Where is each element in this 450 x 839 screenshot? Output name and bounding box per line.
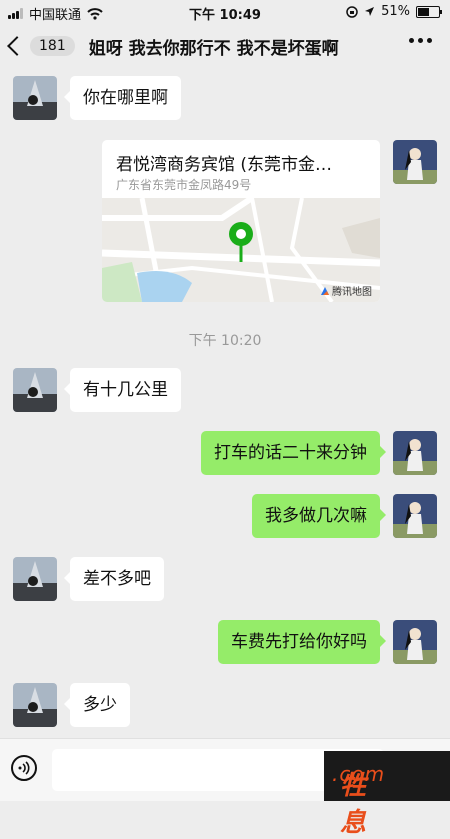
more-dot-icon: [409, 38, 414, 43]
my-avatar[interactable]: [393, 494, 437, 538]
message-row: 车费先打给你好吗: [0, 620, 450, 670]
status-right: 51%: [346, 4, 442, 19]
voice-icon: [18, 761, 30, 775]
message-row: 差不多吧: [0, 557, 450, 607]
back-button[interactable]: 181: [7, 36, 75, 56]
more-dot-icon: [418, 38, 423, 43]
location-arrow-icon: [365, 7, 375, 16]
watermark-logo: 牲息 .com: [324, 751, 450, 838]
message-bubble[interactable]: 我多做几次嘛: [252, 494, 386, 538]
chevron-left-icon: [7, 36, 27, 56]
map-pin-icon: [229, 222, 253, 262]
rotation-lock-icon: [346, 5, 358, 18]
map-brand-label: 腾讯地图: [332, 287, 372, 298]
battery-icon: [416, 5, 442, 18]
contact-avatar[interactable]: [13, 557, 57, 601]
message-bubble[interactable]: 有十几公里: [64, 368, 181, 412]
my-avatar[interactable]: [393, 431, 437, 475]
input-bar: 牲息 .com: [0, 738, 450, 838]
message-bubble[interactable]: 多少: [64, 683, 130, 727]
message-row: 打车的话二十来分钟: [0, 431, 450, 481]
watermark-main: 牲息: [340, 771, 368, 838]
contact-avatar[interactable]: [13, 368, 57, 412]
message-bubble[interactable]: 你在哪里啊: [64, 76, 181, 120]
my-avatar[interactable]: [393, 140, 437, 184]
message-row: 多少: [0, 683, 450, 733]
battery-percent: 51%: [381, 4, 410, 19]
location-map: 腾讯地图: [102, 195, 380, 302]
my-avatar[interactable]: [393, 620, 437, 664]
status-bar: 中国联通 下午 10:49 51%: [0, 0, 450, 24]
message-bubble[interactable]: 打车的话二十来分钟: [201, 431, 386, 475]
map-brand: 腾讯地图: [320, 283, 372, 298]
message-timestamp: 下午 10:20: [188, 333, 262, 349]
tencent-map-logo-icon: [321, 286, 329, 295]
message-row: 有十几公里: [0, 368, 450, 418]
more-options-button[interactable]: [409, 38, 432, 43]
location-title: 君悦湾商务宾馆 (东莞市金…: [116, 155, 333, 175]
chat-title: 姐呀 我去你那行不 我不是坏蛋啊: [88, 38, 339, 59]
unread-count-badge: 181: [30, 36, 75, 56]
location-address: 广东省东莞市金凤路49号: [116, 178, 252, 192]
chat-header: 181 姐呀 我去你那行不 我不是坏蛋啊: [0, 24, 450, 68]
message-row: 我多做几次嘛: [0, 494, 450, 544]
more-dot-icon: [427, 38, 432, 43]
contact-avatar[interactable]: [13, 683, 57, 727]
message-row: 你在哪里啊: [0, 76, 450, 126]
chat-message-list[interactable]: 你在哪里啊 君悦湾商务宾馆 (东莞市金… 广东省东莞市金凤路49号 腾讯地图 下…: [0, 68, 450, 738]
voice-input-button[interactable]: [11, 755, 37, 781]
location-card[interactable]: 君悦湾商务宾馆 (东莞市金… 广东省东莞市金凤路49号 腾讯地图: [102, 140, 380, 302]
message-bubble[interactable]: 差不多吧: [64, 557, 164, 601]
message-bubble[interactable]: 车费先打给你好吗: [218, 620, 386, 664]
contact-avatar[interactable]: [13, 76, 57, 120]
